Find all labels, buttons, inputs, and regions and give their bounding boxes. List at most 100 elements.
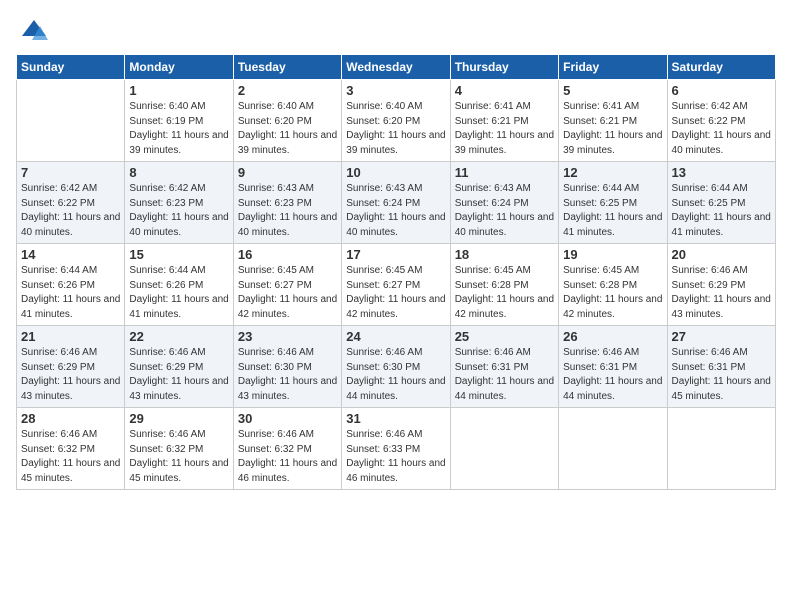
day-info: Sunrise: 6:46 AMSunset: 6:30 PMDaylight:… — [346, 346, 445, 404]
calendar-week-row: 28 Sunrise: 6:46 AMSunset: 6:32 PMDayligh… — [17, 408, 776, 490]
day-info: Sunrise: 6:45 AMSunset: 6:27 PMDaylight:… — [238, 264, 337, 322]
day-number: 7 — [21, 165, 120, 180]
day-number: 1 — [129, 83, 228, 98]
calendar-cell: 23 Sunrise: 6:46 AMSunset: 6:30 PMDayligh… — [233, 326, 341, 408]
calendar-cell: 28 Sunrise: 6:46 AMSunset: 6:32 PMDayligh… — [17, 408, 125, 490]
day-info: Sunrise: 6:43 AMSunset: 6:24 PMDaylight:… — [455, 182, 554, 240]
calendar-cell: 24 Sunrise: 6:46 AMSunset: 6:30 PMDayligh… — [342, 326, 450, 408]
day-number: 2 — [238, 83, 337, 98]
calendar-cell: 12 Sunrise: 6:44 AMSunset: 6:25 PMDayligh… — [559, 162, 667, 244]
logo — [16, 16, 48, 44]
day-number: 29 — [129, 411, 228, 426]
calendar-cell — [450, 408, 558, 490]
day-number: 4 — [455, 83, 554, 98]
day-number: 18 — [455, 247, 554, 262]
day-info: Sunrise: 6:44 AMSunset: 6:26 PMDaylight:… — [129, 264, 228, 322]
calendar-cell: 21Sunrise: 6:46 AMSunset: 6:29 PMDayligh… — [17, 326, 125, 408]
weekday-header-wednesday: Wednesday — [342, 55, 450, 80]
calendar-cell: 9 Sunrise: 6:43 AMSunset: 6:23 PMDaylight… — [233, 162, 341, 244]
calendar-cell: 7 Sunrise: 6:42 AMSunset: 6:22 PMDaylight… — [17, 162, 125, 244]
calendar-cell: 27 Sunrise: 6:46 AMSunset: 6:31 PMDayligh… — [667, 326, 775, 408]
weekday-header-saturday: Saturday — [667, 55, 775, 80]
calendar-week-row: 7 Sunrise: 6:42 AMSunset: 6:22 PMDaylight… — [17, 162, 776, 244]
calendar-week-row: 1 Sunrise: 6:40 AMSunset: 6:19 PMDaylight… — [17, 80, 776, 162]
calendar-cell: 31 Sunrise: 6:46 AMSunset: 6:33 PMDayligh… — [342, 408, 450, 490]
day-info: Sunrise: 6:43 AMSunset: 6:24 PMDaylight:… — [346, 182, 445, 240]
day-number: 3 — [346, 83, 445, 98]
day-info: Sunrise: 6:44 AMSunset: 6:26 PMDaylight:… — [21, 264, 120, 322]
logo-icon — [20, 16, 48, 44]
weekday-header-row: SundayMondayTuesdayWednesdayThursdayFrid… — [17, 55, 776, 80]
day-number: 11 — [455, 165, 554, 180]
calendar-cell: 20 Sunrise: 6:46 AMSunset: 6:29 PMDayligh… — [667, 244, 775, 326]
weekday-header-friday: Friday — [559, 55, 667, 80]
day-info: Sunrise: 6:46 AMSunset: 6:29 PMDaylight:… — [672, 264, 771, 322]
calendar-cell: 4Sunrise: 6:41 AMSunset: 6:21 PMDaylight… — [450, 80, 558, 162]
day-info: Sunrise: 6:46 AMSunset: 6:32 PMDaylight:… — [238, 428, 337, 486]
day-number: 17 — [346, 247, 445, 262]
day-number: 10 — [346, 165, 445, 180]
day-info: Sunrise: 6:42 AMSunset: 6:22 PMDaylight:… — [21, 182, 120, 240]
day-info: Sunrise: 6:46 AMSunset: 6:29 PMDaylight:… — [129, 346, 228, 404]
day-number: 9 — [238, 165, 337, 180]
day-info: Sunrise: 6:45 AMSunset: 6:27 PMDaylight:… — [346, 264, 445, 322]
day-number: 14 — [21, 247, 120, 262]
day-info: Sunrise: 6:44 AMSunset: 6:25 PMDaylight:… — [563, 182, 662, 240]
weekday-header-sunday: Sunday — [17, 55, 125, 80]
calendar-cell: 30 Sunrise: 6:46 AMSunset: 6:32 PMDayligh… — [233, 408, 341, 490]
calendar-cell: 2 Sunrise: 6:40 AMSunset: 6:20 PMDaylight… — [233, 80, 341, 162]
day-info: Sunrise: 6:46 AMSunset: 6:32 PMDaylight:… — [129, 428, 228, 486]
day-number: 31 — [346, 411, 445, 426]
day-info: Sunrise: 6:46 AMSunset: 6:29 PMDaylight:… — [21, 346, 120, 404]
day-info: Sunrise: 6:42 AMSunset: 6:22 PMDaylight:… — [672, 100, 771, 158]
day-info: Sunrise: 6:46 AMSunset: 6:32 PMDaylight:… — [21, 428, 120, 486]
day-number: 15 — [129, 247, 228, 262]
day-info: Sunrise: 6:46 AMSunset: 6:31 PMDaylight:… — [455, 346, 554, 404]
calendar-cell: 17 Sunrise: 6:45 AMSunset: 6:27 PMDayligh… — [342, 244, 450, 326]
day-number: 26 — [563, 329, 662, 344]
calendar-cell: 25 Sunrise: 6:46 AMSunset: 6:31 PMDayligh… — [450, 326, 558, 408]
calendar-cell — [667, 408, 775, 490]
day-number: 25 — [455, 329, 554, 344]
day-info: Sunrise: 6:45 AMSunset: 6:28 PMDaylight:… — [563, 264, 662, 322]
calendar-cell: 19Sunrise: 6:45 AMSunset: 6:28 PMDayligh… — [559, 244, 667, 326]
day-number: 28 — [21, 411, 120, 426]
calendar-cell: 29 Sunrise: 6:46 AMSunset: 6:32 PMDayligh… — [125, 408, 233, 490]
day-number: 27 — [672, 329, 771, 344]
weekday-header-thursday: Thursday — [450, 55, 558, 80]
calendar-cell: 10 Sunrise: 6:43 AMSunset: 6:24 PMDayligh… — [342, 162, 450, 244]
day-info: Sunrise: 6:40 AMSunset: 6:20 PMDaylight:… — [238, 100, 337, 158]
day-number: 13 — [672, 165, 771, 180]
calendar-cell: 11 Sunrise: 6:43 AMSunset: 6:24 PMDayligh… — [450, 162, 558, 244]
day-number: 22 — [129, 329, 228, 344]
calendar-table: SundayMondayTuesdayWednesdayThursdayFrid… — [16, 54, 776, 490]
weekday-header-monday: Monday — [125, 55, 233, 80]
weekday-header-tuesday: Tuesday — [233, 55, 341, 80]
calendar-cell: 5 Sunrise: 6:41 AMSunset: 6:21 PMDaylight… — [559, 80, 667, 162]
day-number: 23 — [238, 329, 337, 344]
day-info: Sunrise: 6:40 AMSunset: 6:19 PMDaylight:… — [129, 100, 228, 158]
day-number: 5 — [563, 83, 662, 98]
header — [16, 16, 776, 44]
calendar-cell — [559, 408, 667, 490]
day-info: Sunrise: 6:40 AMSunset: 6:20 PMDaylight:… — [346, 100, 445, 158]
day-info: Sunrise: 6:46 AMSunset: 6:33 PMDaylight:… — [346, 428, 445, 486]
page: SundayMondayTuesdayWednesdayThursdayFrid… — [0, 0, 792, 612]
day-number: 30 — [238, 411, 337, 426]
day-info: Sunrise: 6:45 AMSunset: 6:28 PMDaylight:… — [455, 264, 554, 322]
day-info: Sunrise: 6:41 AMSunset: 6:21 PMDaylight:… — [563, 100, 662, 158]
day-info: Sunrise: 6:46 AMSunset: 6:31 PMDaylight:… — [672, 346, 771, 404]
day-info: Sunrise: 6:44 AMSunset: 6:25 PMDaylight:… — [672, 182, 771, 240]
day-number: 16 — [238, 247, 337, 262]
day-info: Sunrise: 6:46 AMSunset: 6:31 PMDaylight:… — [563, 346, 662, 404]
day-info: Sunrise: 6:46 AMSunset: 6:30 PMDaylight:… — [238, 346, 337, 404]
calendar-week-row: 14 Sunrise: 6:44 AMSunset: 6:26 PMDayligh… — [17, 244, 776, 326]
day-number: 6 — [672, 83, 771, 98]
calendar-cell: 6 Sunrise: 6:42 AMSunset: 6:22 PMDaylight… — [667, 80, 775, 162]
calendar-cell: 8Sunrise: 6:42 AMSunset: 6:23 PMDaylight… — [125, 162, 233, 244]
day-number: 20 — [672, 247, 771, 262]
day-info: Sunrise: 6:43 AMSunset: 6:23 PMDaylight:… — [238, 182, 337, 240]
calendar-cell: 16 Sunrise: 6:45 AMSunset: 6:27 PMDayligh… — [233, 244, 341, 326]
day-number: 24 — [346, 329, 445, 344]
day-number: 12 — [563, 165, 662, 180]
